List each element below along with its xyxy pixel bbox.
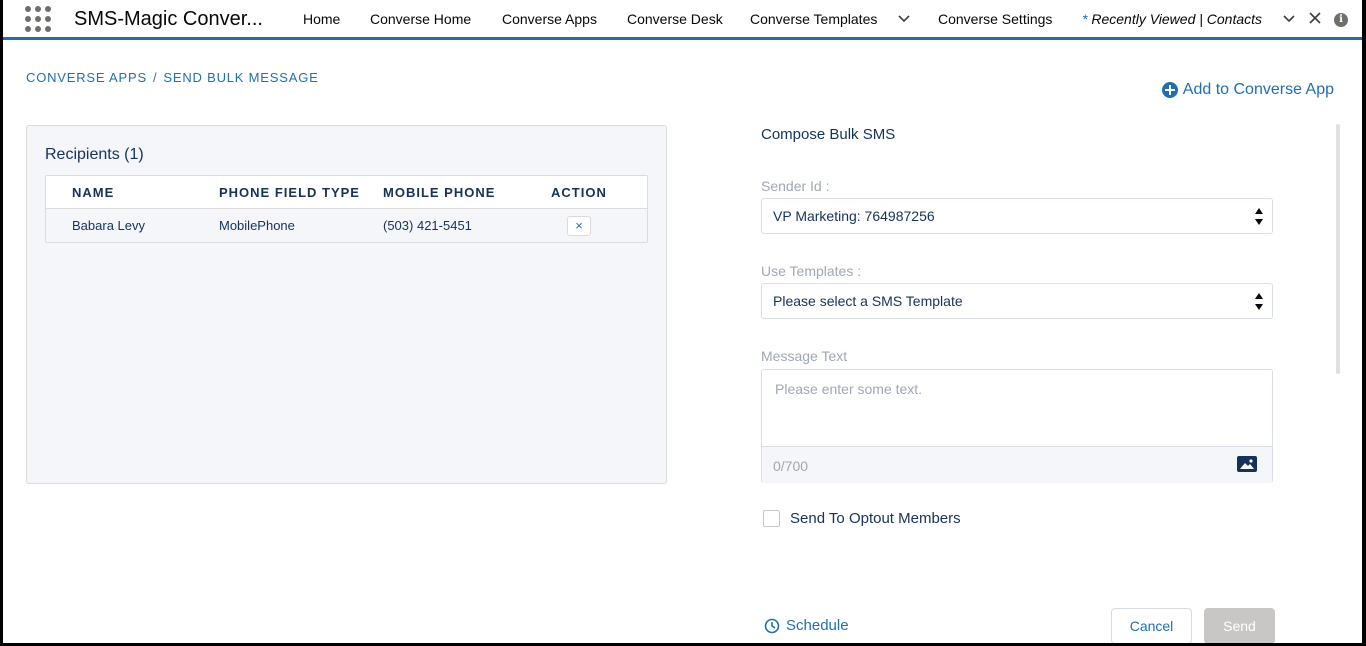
recipient-phone: (503) 421-5451 xyxy=(383,209,551,242)
info-icon[interactable]: i xyxy=(1334,13,1348,27)
message-footer: 0/700 xyxy=(762,446,1272,483)
recent-label: Recently Viewed | Contacts xyxy=(1091,11,1263,27)
recipients-title: Recipients (1) xyxy=(45,146,144,163)
nav-item-converse-home[interactable]: Converse Home xyxy=(370,11,471,27)
add-app-label: Add to Converse App xyxy=(1182,81,1334,98)
recipient-name: Babara Levy xyxy=(46,209,219,242)
table-header-row: NAME PHONE FIELD TYPE MOBILE PHONE ACTIO… xyxy=(46,176,647,209)
nav-item-converse-desk[interactable]: Converse Desk xyxy=(627,11,723,27)
select-arrows-icon xyxy=(1255,292,1263,312)
breadcrumb-send-bulk-message[interactable]: SEND BULK MESSAGE xyxy=(163,70,318,85)
breadcrumb-converse-apps[interactable]: CONVERSE APPS xyxy=(26,70,147,85)
add-circle-icon xyxy=(1161,82,1178,98)
unsaved-star: * xyxy=(1082,11,1088,27)
scrollbar[interactable] xyxy=(1336,124,1340,374)
select-arrows-icon xyxy=(1255,207,1263,227)
close-icon[interactable] xyxy=(1308,11,1322,25)
schedule-label: Schedule xyxy=(786,617,849,634)
global-navbar: SMS-Magic Conver... Home Converse Home C… xyxy=(3,0,1362,40)
send-to-optout-checkbox[interactable]: Send To Optout Members xyxy=(763,510,961,527)
column-header-name: NAME xyxy=(46,176,219,209)
sender-id-select[interactable]: VP Marketing: 764987256 xyxy=(761,198,1273,234)
send-button[interactable]: Send xyxy=(1204,608,1275,643)
recipients-table: NAME PHONE FIELD TYPE MOBILE PHONE ACTIO… xyxy=(45,175,648,243)
clock-icon xyxy=(764,618,780,633)
app-launcher-icon[interactable] xyxy=(25,6,51,32)
message-box: 0/700 xyxy=(761,369,1273,483)
template-value: Please select a SMS Template xyxy=(773,293,963,309)
schedule-link[interactable]: Schedule xyxy=(764,617,849,634)
remove-recipient-button[interactable]: × xyxy=(567,215,591,236)
breadcrumb-separator: / xyxy=(152,70,158,85)
app-frame: SMS-Magic Conver... Home Converse Home C… xyxy=(3,0,1362,643)
nav-item-recently-viewed[interactable]: * Recently Viewed | Contacts xyxy=(1082,11,1262,27)
chevron-down-icon[interactable] xyxy=(897,12,911,26)
chevron-down-icon[interactable] xyxy=(1282,12,1296,26)
character-count: 0/700 xyxy=(773,458,809,474)
nav-item-home[interactable]: Home xyxy=(303,11,340,27)
nav-item-converse-settings[interactable]: Converse Settings xyxy=(938,11,1052,27)
column-header-phone-field-type: PHONE FIELD TYPE xyxy=(219,176,383,209)
nav-item-converse-apps[interactable]: Converse Apps xyxy=(502,11,597,27)
nav-item-converse-templates[interactable]: Converse Templates xyxy=(750,11,877,27)
compose-title: Compose Bulk SMS xyxy=(761,126,896,143)
sender-id-label: Sender Id : xyxy=(761,178,830,194)
column-header-action: ACTION xyxy=(551,176,647,209)
cancel-button[interactable]: Cancel xyxy=(1111,608,1192,643)
recipients-card: Recipients (1) NAME PHONE FIELD TYPE MOB… xyxy=(26,125,667,484)
insert-image-icon[interactable] xyxy=(1237,456,1257,472)
template-select[interactable]: Please select a SMS Template xyxy=(761,283,1273,319)
column-header-mobile-phone: MOBILE PHONE xyxy=(383,176,551,209)
checkbox-icon[interactable] xyxy=(763,510,780,527)
message-text-label: Message Text xyxy=(761,348,848,364)
breadcrumb: CONVERSE APPS / SEND BULK MESSAGE xyxy=(26,70,319,85)
app-name: SMS-Magic Conver... xyxy=(74,8,263,30)
recipient-field-type: MobilePhone xyxy=(219,209,383,242)
optout-label: Send To Optout Members xyxy=(790,510,961,527)
message-textarea[interactable] xyxy=(762,370,1272,446)
table-row: Babara Levy MobilePhone (503) 421-5451 × xyxy=(46,209,647,242)
use-templates-label: Use Templates : xyxy=(761,263,862,279)
sender-id-value: VP Marketing: 764987256 xyxy=(773,208,935,224)
add-to-converse-app-button[interactable]: Add to Converse App xyxy=(1161,81,1334,99)
